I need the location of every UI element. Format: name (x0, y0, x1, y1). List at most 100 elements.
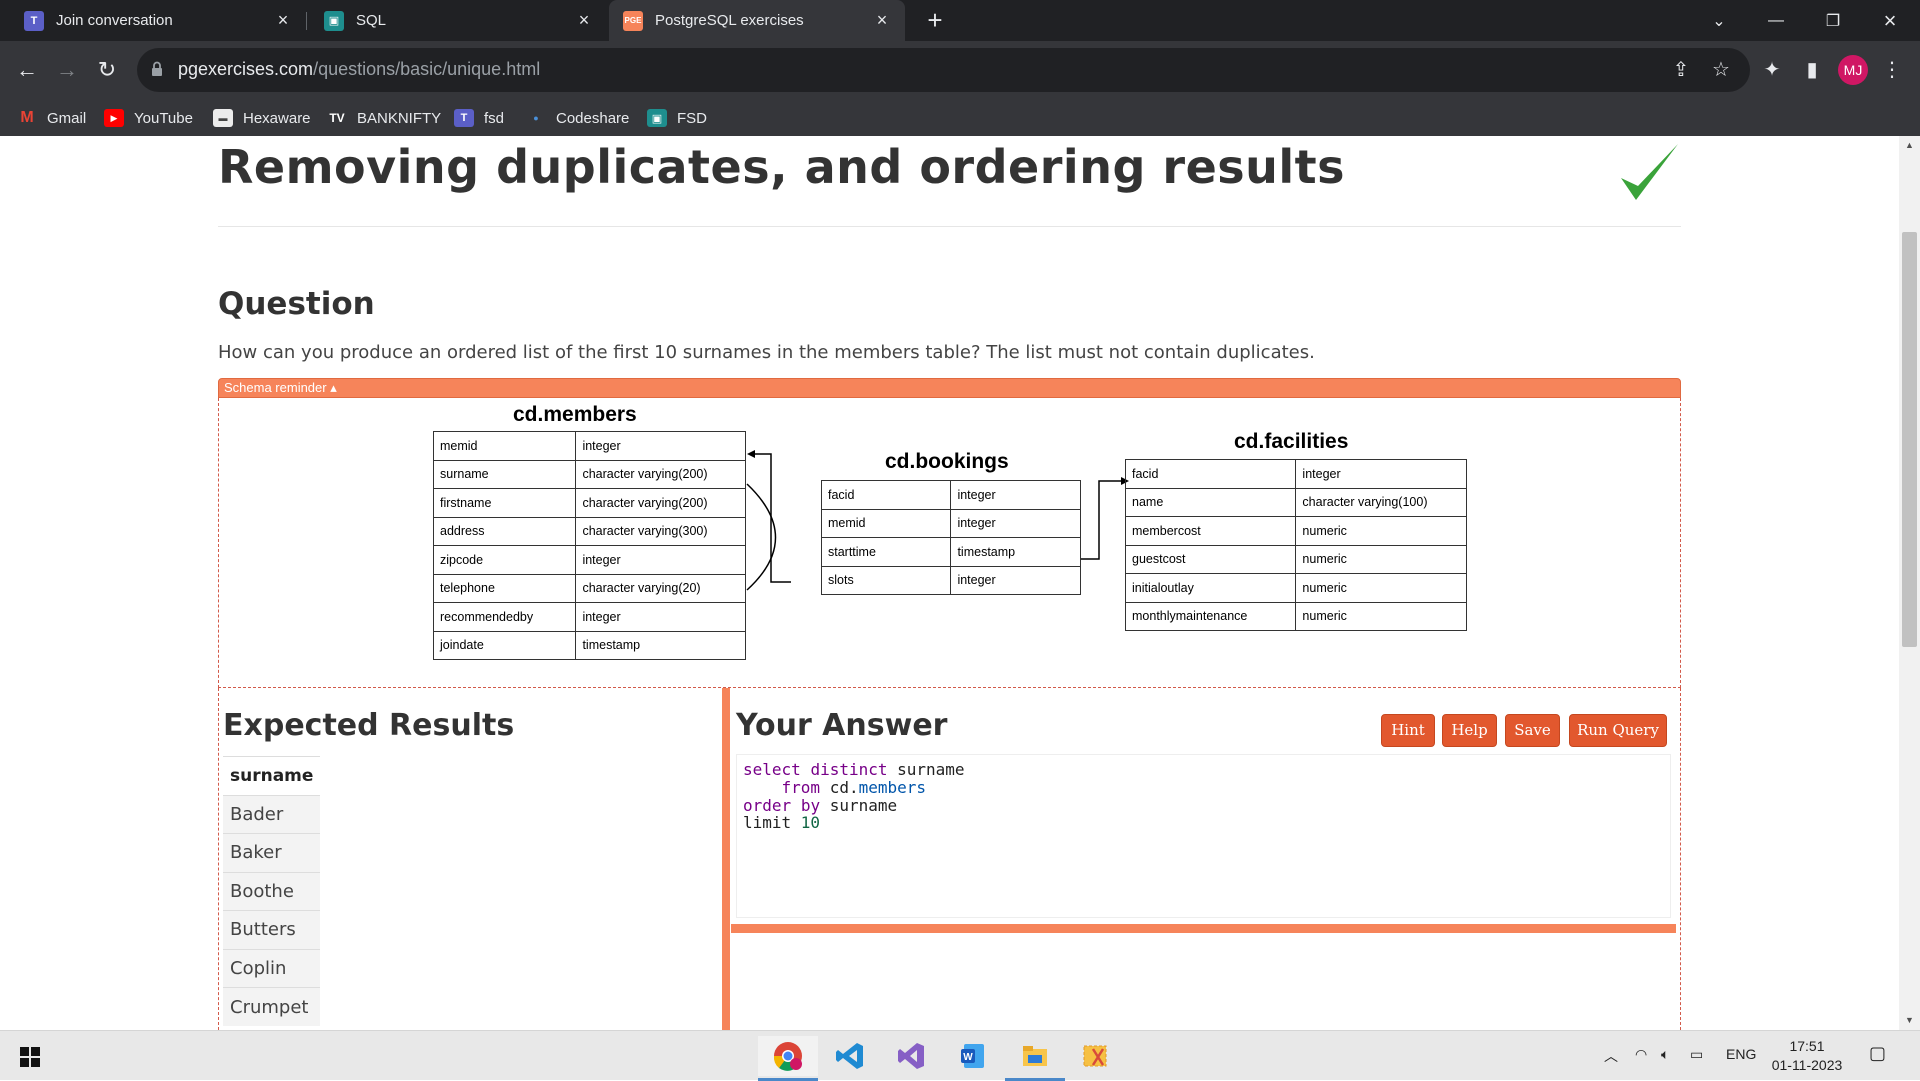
close-icon[interactable]: × (873, 11, 891, 29)
windows-start-icon[interactable] (20, 1047, 40, 1067)
vscode-taskbar-app[interactable] (820, 1036, 880, 1076)
save-button[interactable]: Save (1505, 714, 1560, 747)
editor-resize-handle[interactable] (731, 924, 1676, 933)
classroom-icon: ▣ (324, 10, 344, 31)
code-token: distinct (810, 760, 888, 779)
notification-icon[interactable]: ▢ (1869, 1043, 1886, 1064)
bookmark-youtube[interactable]: ▶ YouTube (104, 107, 193, 129)
extensions-icon[interactable]: ✦ (1757, 55, 1787, 85)
page-scrollbar[interactable]: ▲ ▼ (1899, 136, 1920, 1030)
schema-row: address character varying(300) (432, 516, 746, 546)
bookmark-gmail[interactable]: M Gmail (17, 107, 86, 129)
back-button[interactable]: ← (11, 54, 43, 86)
help-button[interactable]: Help (1442, 714, 1497, 747)
column-type: character varying(200) (575, 459, 746, 489)
question-heading: Question (218, 286, 375, 322)
column-name: address (432, 516, 577, 546)
column-type: integer (1295, 459, 1467, 489)
word-taskbar-app[interactable]: W (943, 1036, 1003, 1076)
file-explorer-taskbar-app[interactable] (1005, 1036, 1065, 1081)
network-icon[interactable]: ◠ (1635, 1046, 1647, 1063)
tab-sql[interactable]: ▣ SQL × (307, 0, 607, 41)
share-icon[interactable]: ⇪ (1669, 58, 1693, 82)
code-token: order (743, 795, 792, 815)
side-panel-icon[interactable]: ▮ (1797, 55, 1827, 85)
column-name: memid (820, 508, 952, 538)
bookmark-star-icon[interactable]: ☆ (1709, 58, 1733, 82)
schema-reminder-toggle[interactable]: Schema reminder ▴ (218, 378, 1681, 398)
run-query-button[interactable]: Run Query (1569, 714, 1667, 747)
minimize-button[interactable]: — (1748, 0, 1804, 41)
scrollbar-thumb[interactable] (1902, 232, 1917, 647)
bookmark-label: YouTube (134, 109, 193, 127)
tab-label: PostgreSQL exercises (655, 12, 804, 29)
reload-button[interactable]: ↻ (91, 54, 123, 86)
address-bar[interactable]: pgexercises.com/questions/basic/unique.h… (137, 48, 1750, 92)
result-cell: Boothe (223, 871, 321, 911)
column-name: joindate (432, 630, 577, 660)
schema-row: telephone character varying(20) (432, 573, 746, 603)
column-type: numeric (1295, 573, 1467, 603)
column-type: character varying(200) (575, 488, 746, 518)
close-icon[interactable]: × (274, 11, 292, 29)
menu-kebab-icon[interactable]: ⋮ (1877, 55, 1907, 85)
schema-row: memid integer (820, 508, 1081, 538)
schema-row: surname character varying(200) (432, 459, 746, 489)
svg-text:W: W (963, 1052, 973, 1063)
code-token: members (858, 777, 927, 797)
bookmark-banknifty[interactable]: TV BANKNIFTY (327, 107, 441, 129)
forward-button[interactable]: → (51, 54, 83, 86)
schema-diagram: cd.members memid integer surname character … (218, 398, 1681, 688)
battery-icon[interactable]: ▭ (1690, 1046, 1703, 1063)
bookmark-hexaware[interactable]: ▬ Hexaware (213, 107, 311, 129)
schema-row: monthlymaintenance numeric (1124, 601, 1467, 631)
new-tab-button[interactable]: + (922, 7, 948, 34)
table-row: Boothe (223, 871, 321, 911)
page-content: Removing duplicates, and ordering result… (0, 136, 1899, 1030)
bookmark-label: Codeshare (556, 109, 630, 127)
scroll-down-icon[interactable]: ▼ (1902, 1013, 1917, 1028)
volume-icon[interactable]: 🔈︎ (1661, 1046, 1669, 1063)
bookmark-fsd-teams[interactable]: T fsd (454, 107, 504, 129)
tab-label: SQL (356, 12, 387, 29)
chrome-taskbar-app[interactable] (758, 1036, 818, 1081)
code-line: limit 10 (743, 814, 965, 832)
scroll-up-icon[interactable]: ▲ (1902, 138, 1917, 153)
code-line: from cd.members (743, 777, 965, 797)
tab-postgresql-exercises[interactable]: PGE PostgreSQL exercises × (609, 0, 905, 41)
youtube-icon: ▶ (104, 109, 124, 127)
language-indicator[interactable]: ENG (1726, 1046, 1756, 1062)
column-name: recommendedby (432, 602, 577, 632)
tab-search-chevron-icon[interactable]: ⌄ (1691, 0, 1747, 41)
column-name: monthlymaintenance (1124, 601, 1297, 631)
table-row: Crumpet (223, 987, 321, 1026)
schema-row: facid integer (1124, 459, 1467, 489)
tab-join-conversation[interactable]: T Join conversation × (0, 0, 306, 41)
bookings-schema-table: facid integer memid integer starttime timesta… (820, 480, 1081, 595)
show-hidden-icons-chevron[interactable]: ︿ (1604, 1046, 1618, 1066)
chrome-icon (773, 1042, 802, 1071)
column-name: name (1124, 487, 1297, 517)
close-icon[interactable]: × (575, 11, 593, 29)
panel-resize-divider[interactable] (722, 688, 730, 1030)
close-window-button[interactable]: × (1862, 0, 1918, 41)
bookmark-label: BANKNIFTY (357, 109, 442, 127)
column-type: timestamp (575, 630, 746, 660)
hint-button[interactable]: Hint (1381, 714, 1435, 747)
snipping-tool-icon (1083, 1045, 1107, 1067)
table-row: Bader (223, 794, 321, 834)
snipping-tool-taskbar-app[interactable] (1066, 1036, 1126, 1076)
sql-code[interactable]: select distinct surname from cd.members o… (743, 761, 965, 832)
visual-studio-icon (898, 1043, 924, 1069)
checkmark-icon (1621, 144, 1678, 200)
visual-studio-taskbar-app[interactable] (881, 1036, 941, 1076)
bookmarks-bar: M Gmail ▶ YouTube ▬ Hexaware TV BANKNIFT… (0, 99, 1920, 136)
profile-avatar[interactable]: MJ (1838, 55, 1868, 85)
bookmark-codeshare[interactable]: ● Codeshare (526, 107, 629, 129)
restore-button[interactable]: ❐ (1805, 0, 1861, 41)
system-clock[interactable]: 17:51 01-11-2023 (1762, 1037, 1852, 1075)
sql-editor[interactable]: select distinct surname from cd.members o… (736, 754, 1671, 918)
bookmark-fsd-classroom[interactable]: ▣ FSD (647, 107, 707, 129)
